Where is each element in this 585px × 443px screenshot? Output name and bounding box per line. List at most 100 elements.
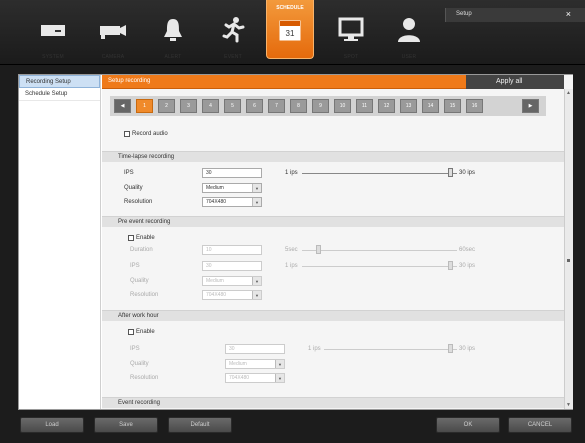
channel-button[interactable]: 8 [290, 99, 307, 113]
channel-button[interactable]: 12 [378, 99, 395, 113]
channel-button[interactable]: 10 [334, 99, 351, 113]
chevron-down-icon: ▼ [255, 279, 259, 284]
pre-event-quality-select[interactable]: Medium ▼ [202, 276, 262, 286]
sidebar-item-recording-setup[interactable]: Recording Setup [19, 75, 100, 88]
running-man-icon [222, 17, 245, 43]
channel-button[interactable]: 2 [158, 99, 175, 113]
calendar-day: 31 [286, 29, 295, 38]
toolbar-spot-label: SPOT [343, 54, 359, 60]
timelapse-section-header: Time-lapse recording [102, 151, 564, 162]
timelapse-ips-field[interactable]: 30 [202, 168, 262, 178]
timelapse-slider-min: 1 ips [285, 170, 298, 176]
pre-event-ips-slider[interactable] [302, 266, 457, 267]
default-button[interactable]: Default [168, 417, 232, 433]
toolbar-user-label: USER [401, 54, 417, 60]
after-work-resolution-select[interactable]: 704X480 ▼ [225, 373, 285, 383]
scroll-up-icon[interactable]: ▲ [566, 90, 571, 96]
pre-event-quality-value: Medium [206, 278, 224, 284]
ok-button[interactable]: OK [436, 417, 500, 433]
chevron-down-icon: ▼ [255, 186, 259, 191]
channel-button[interactable]: 3 [180, 99, 197, 113]
load-button[interactable]: Load [20, 417, 84, 433]
after-work-enable-checkbox[interactable] [128, 329, 134, 335]
section-header-title: Setup recording [108, 78, 151, 84]
pre-event-duration-slider[interactable] [302, 250, 457, 251]
after-work-ips-slider[interactable] [324, 349, 457, 350]
pre-event-ips-max: 30 ips [459, 263, 476, 269]
channel-button[interactable]: 16 [466, 99, 483, 113]
pre-event-duration-field[interactable]: 10 [202, 245, 262, 255]
toolbar-system[interactable]: SYSTEM [28, 9, 78, 63]
event-recording-title: Event recording [118, 400, 161, 406]
timelapse-title: Time-lapse recording [118, 154, 175, 160]
after-work-ips-field[interactable]: 30 [225, 344, 285, 354]
timelapse-ips-slider-thumb[interactable] [448, 168, 453, 177]
sidebar: Recording Setup Schedule Setup [19, 75, 101, 409]
timelapse-resolution-value: 704X480 [206, 199, 227, 205]
toolbar-schedule[interactable]: SCHEDULE 31 [266, 0, 314, 59]
pre-event-resolution-label: Resolution [130, 292, 159, 298]
channel-button[interactable]: 11 [356, 99, 373, 113]
timelapse-ips-slider[interactable] [302, 173, 457, 174]
toolbar-spot[interactable]: SPOT [326, 9, 376, 63]
record-audio-checkbox[interactable] [124, 131, 130, 137]
after-work-quality-select[interactable]: Medium ▼ [225, 359, 285, 369]
toolbar-schedule-label: SCHEDULE [276, 5, 304, 11]
timelapse-slider-max: 30 ips [459, 170, 476, 176]
after-work-resolution-label: Resolution [130, 375, 159, 381]
pre-event-ips-field[interactable]: 30 [202, 261, 262, 271]
toolbar-event[interactable]: EVENT [208, 9, 258, 63]
after-work-quality-value: Medium [229, 361, 247, 367]
vertical-scrollbar[interactable]: ▲ ▼ [564, 89, 573, 409]
pre-event-enable-checkbox[interactable] [128, 235, 134, 241]
bell-icon [164, 19, 182, 41]
pre-event-ips-label: IPS [130, 263, 140, 269]
next-channel-button[interactable]: ▶ [522, 99, 539, 113]
scroll-down-icon[interactable]: ▼ [566, 402, 571, 408]
window-title-bar: Setup × [445, 8, 585, 22]
scroll-thumb[interactable] [567, 259, 570, 262]
close-icon[interactable]: × [566, 9, 571, 19]
content-area: Setup recording Apply all ◀ 1 2 3 4 5 6 … [102, 75, 573, 409]
timelapse-ips-label: IPS [124, 170, 134, 176]
channel-button[interactable]: 7 [268, 99, 285, 113]
channel-button[interactable]: 13 [400, 99, 417, 113]
sidebar-item-schedule-setup[interactable]: Schedule Setup [19, 88, 100, 101]
apply-all-button[interactable]: Apply all [466, 75, 564, 89]
save-button[interactable]: Save [94, 417, 158, 433]
channel-button[interactable]: 15 [444, 99, 461, 113]
channel-button[interactable]: 5 [224, 99, 241, 113]
channel-strip: ◀ 1 2 3 4 5 6 7 8 9 10 11 12 13 14 15 16… [110, 96, 546, 116]
channel-button[interactable]: 4 [202, 99, 219, 113]
toolbar-alert-label: ALERT [164, 54, 182, 60]
timelapse-resolution-select[interactable]: 704X480 ▼ [202, 197, 262, 207]
after-work-ips-label: IPS [130, 346, 140, 352]
channel-button[interactable]: 9 [312, 99, 329, 113]
monitor-icon [338, 17, 364, 41]
chevron-down-icon: ▼ [255, 293, 259, 298]
channel-button[interactable]: 6 [246, 99, 263, 113]
channel-button[interactable]: 14 [422, 99, 439, 113]
cancel-button[interactable]: CANCEL [508, 417, 572, 433]
toolbar-camera-label: CAMERA [101, 54, 125, 60]
system-icon [41, 25, 65, 36]
pre-event-duration-slider-thumb[interactable] [316, 245, 321, 254]
timelapse-quality-select[interactable]: Medium ▼ [202, 183, 262, 193]
toolbar-camera[interactable]: CAMERA [88, 9, 138, 63]
pre-event-resolution-select[interactable]: 704X480 ▼ [202, 290, 262, 300]
window-title: Setup [456, 11, 472, 17]
channel-button[interactable]: 1 [136, 99, 153, 113]
timelapse-quality-value: Medium [206, 185, 224, 191]
pre-event-quality-label: Quality [130, 278, 149, 284]
after-work-ips-slider-thumb[interactable] [448, 344, 453, 353]
record-audio-label: Record audio [132, 131, 168, 137]
toolbar-alert[interactable]: ALERT [148, 9, 198, 63]
after-work-title: After work hour [118, 313, 159, 319]
pre-event-ips-slider-thumb[interactable] [448, 261, 453, 270]
chevron-down-icon: ▼ [255, 200, 259, 205]
after-work-ips-max: 30 ips [459, 346, 476, 352]
toolbar-user[interactable]: USER [384, 9, 434, 63]
prev-channel-button[interactable]: ◀ [114, 99, 131, 113]
timelapse-quality-label: Quality [124, 185, 143, 191]
toolbar-event-label: EVENT [224, 54, 242, 60]
